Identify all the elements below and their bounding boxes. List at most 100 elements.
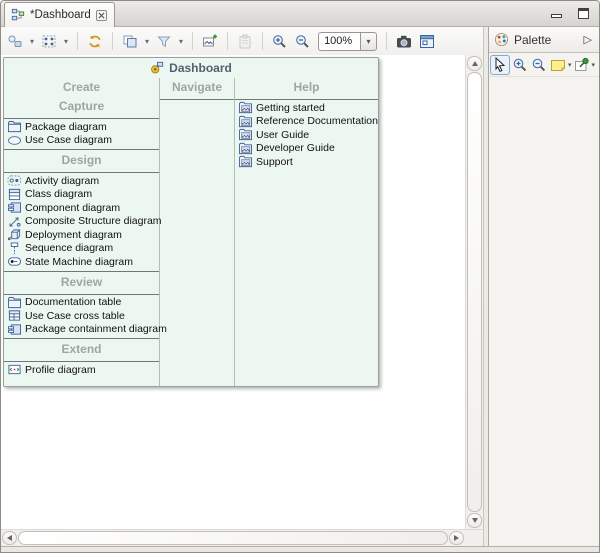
component-diagram-icon xyxy=(7,201,22,214)
item-label: State Machine diagram xyxy=(25,256,133,268)
package-containment-diagram-icon xyxy=(7,323,22,336)
zoom-dropdown-button[interactable]: ▾ xyxy=(360,32,377,51)
item-composite-structure-diagram[interactable]: Composite Structure diagram xyxy=(4,215,159,229)
diagram-view-button[interactable] xyxy=(417,30,437,52)
item-reference-documentation[interactable]: Reference Documentation xyxy=(235,115,378,129)
capture-header: Capture xyxy=(4,97,159,116)
composite-structure-diagram-icon xyxy=(7,215,22,228)
deployment-diagram-icon xyxy=(7,228,22,241)
item-use-case-diagram[interactable]: Use Case diagram xyxy=(4,134,159,148)
scroll-left-icon[interactable] xyxy=(2,531,17,545)
dashboard-title: Dashboard xyxy=(169,61,232,75)
help-folder-icon xyxy=(238,128,253,141)
diagram-toolbar: ▾ ▾ ▾ ▾ 100% ▾ xyxy=(1,27,483,55)
item-user-guide[interactable]: User Guide xyxy=(235,128,378,142)
item-developer-guide[interactable]: Developer Guide xyxy=(235,142,378,156)
item-component-diagram[interactable]: Component diagram xyxy=(4,201,159,215)
class-diagram-icon xyxy=(7,188,22,201)
snapshot-button[interactable] xyxy=(394,30,414,52)
chevron-down-icon[interactable]: ▾ xyxy=(592,61,596,69)
navigate-column: Navigate xyxy=(160,78,235,386)
item-label: Activity diagram xyxy=(25,175,99,187)
zoom-out-icon xyxy=(531,57,547,73)
use-case-cross-table-icon xyxy=(7,309,22,322)
tab-close-icon[interactable] xyxy=(96,10,107,21)
item-label: Deployment diagram xyxy=(25,229,122,241)
help-folder-icon xyxy=(238,101,253,114)
item-profile-diagram[interactable]: Profile diagram xyxy=(4,363,159,377)
toolbar-separator xyxy=(262,32,263,50)
palette-body[interactable] xyxy=(489,77,599,546)
palette-icon xyxy=(494,32,509,47)
item-use-case-cross-table[interactable]: Use Case cross table xyxy=(4,309,159,323)
create-column: Create Capture Package diagram Use Case … xyxy=(4,78,160,386)
toolbar-separator xyxy=(227,32,228,50)
scroll-right-icon[interactable] xyxy=(449,531,464,545)
item-label: Documentation table xyxy=(25,296,121,308)
palette-panel: Palette ▷ ▾ ▾ xyxy=(488,27,599,546)
attachment-note-tool[interactable] xyxy=(573,55,591,75)
vertical-scrollbar[interactable] xyxy=(465,55,483,529)
sequence-diagram-icon xyxy=(7,242,22,255)
help-header: Help xyxy=(235,78,378,97)
copy-appearance-button[interactable] xyxy=(120,30,140,52)
help-column: Help Getting started Reference Documenta… xyxy=(235,78,378,386)
add-image-button[interactable] xyxy=(200,30,220,52)
editor-main: Dashboard Create Capture Package diagram xyxy=(1,55,483,529)
navigate-header: Navigate xyxy=(160,78,234,97)
filter-button[interactable] xyxy=(154,30,174,52)
item-activity-diagram[interactable]: Activity diagram xyxy=(4,174,159,188)
dashboard-icon xyxy=(150,61,164,75)
palette-expand-icon[interactable]: ▷ xyxy=(584,33,594,46)
create-header: Create xyxy=(4,78,159,97)
palette-zoom-in-tool[interactable] xyxy=(511,55,529,75)
item-documentation-table[interactable]: Documentation table xyxy=(4,296,159,310)
item-label: Package containment diagram xyxy=(25,323,167,335)
palette-zoom-out-tool[interactable] xyxy=(530,55,548,75)
horizontal-scrollbar[interactable] xyxy=(1,529,465,546)
arrange-layout-button[interactable] xyxy=(39,30,59,52)
synchronize-button[interactable] xyxy=(85,30,105,52)
activity-diagram-icon xyxy=(7,174,22,187)
chevron-down-icon[interactable]: ▾ xyxy=(568,61,572,69)
review-header: Review xyxy=(4,273,159,292)
item-state-machine-diagram[interactable]: State Machine diagram xyxy=(4,255,159,269)
item-getting-started[interactable]: Getting started xyxy=(235,101,378,115)
chevron-down-icon[interactable]: ▾ xyxy=(143,37,151,46)
maximize-icon[interactable] xyxy=(578,8,589,19)
toolbar-separator xyxy=(77,32,78,50)
select-tool[interactable] xyxy=(490,55,510,75)
tab-dashboard[interactable]: *Dashboard xyxy=(4,2,115,27)
diagram-canvas[interactable]: Dashboard Create Capture Package diagram xyxy=(1,55,465,529)
item-support[interactable]: Support xyxy=(235,155,378,169)
scroll-down-icon[interactable] xyxy=(467,513,482,528)
item-package-containment-diagram[interactable]: Package containment diagram xyxy=(4,323,159,337)
minimize-icon[interactable] xyxy=(551,14,562,18)
item-label: Getting started xyxy=(256,102,325,114)
item-deployment-diagram[interactable]: Deployment diagram xyxy=(4,228,159,242)
item-package-diagram[interactable]: Package diagram xyxy=(4,120,159,134)
editor-area: ▾ ▾ ▾ ▾ 100% ▾ xyxy=(1,27,483,546)
chevron-down-icon: ▾ xyxy=(367,37,371,46)
vertical-scroll-thumb[interactable] xyxy=(467,72,482,512)
zoom-level-input[interactable]: 100% xyxy=(318,32,360,51)
zoom-out-button[interactable] xyxy=(293,30,313,52)
shapes-style-button[interactable] xyxy=(5,30,25,52)
item-label: Developer Guide xyxy=(256,142,335,154)
item-sequence-diagram[interactable]: Sequence diagram xyxy=(4,242,159,256)
chevron-down-icon[interactable]: ▾ xyxy=(28,37,36,46)
item-class-diagram[interactable]: Class diagram xyxy=(4,188,159,202)
zoom-in-button[interactable] xyxy=(270,30,290,52)
scrollbar-corner xyxy=(465,529,483,546)
diagram-tab-icon xyxy=(11,8,25,22)
chevron-down-icon[interactable]: ▾ xyxy=(62,37,70,46)
package-diagram-icon xyxy=(7,120,22,133)
chevron-down-icon[interactable]: ▾ xyxy=(177,37,185,46)
palette-header[interactable]: Palette ▷ xyxy=(489,27,599,53)
horizontal-scroll-thumb[interactable] xyxy=(18,531,448,545)
section-separator xyxy=(160,99,234,100)
item-label: User Guide xyxy=(256,129,309,141)
note-tool[interactable] xyxy=(549,55,567,75)
window-bottom-border xyxy=(1,546,599,552)
scroll-up-icon[interactable] xyxy=(467,56,482,71)
